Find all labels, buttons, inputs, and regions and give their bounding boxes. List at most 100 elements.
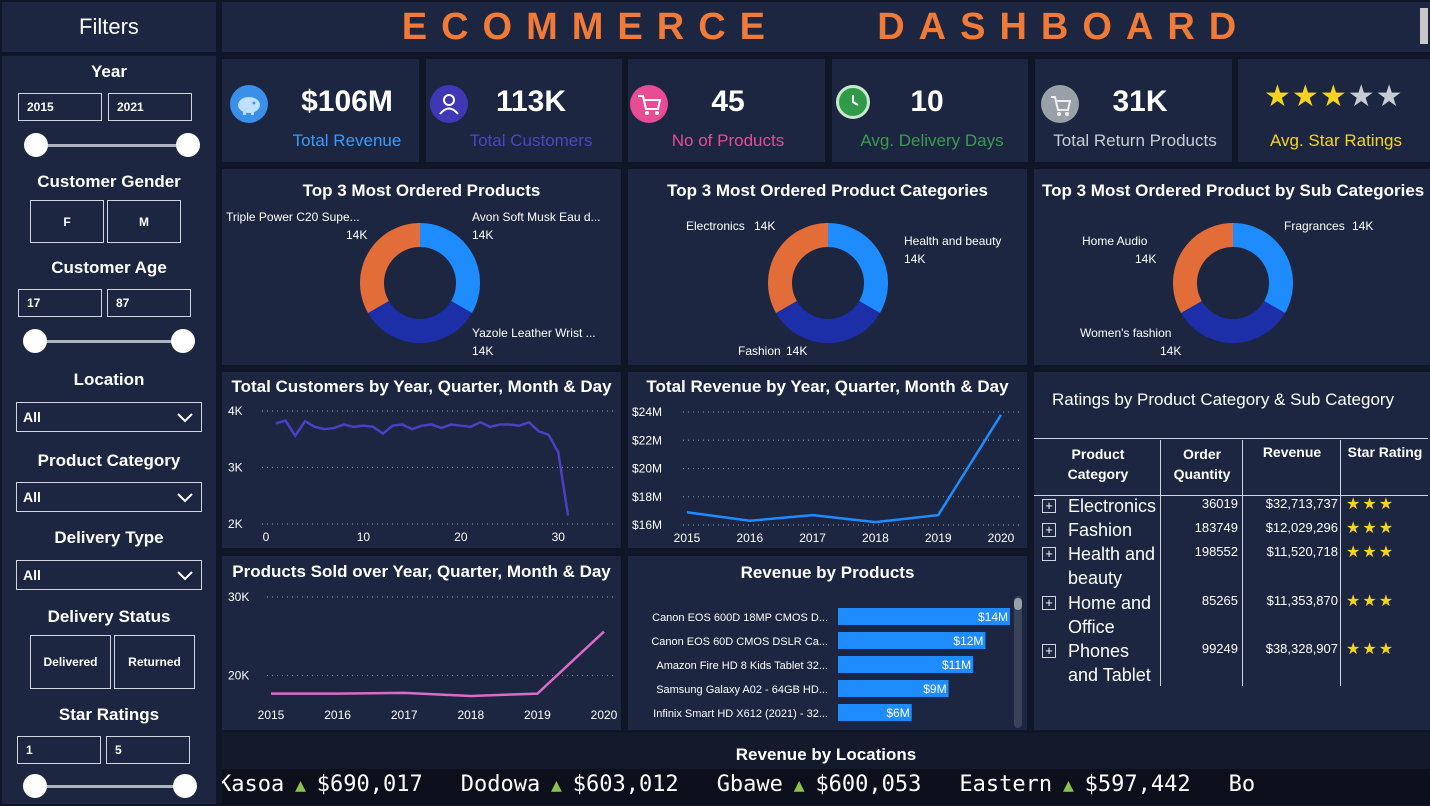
slice-label: Triple Power C20 Supe... (226, 210, 360, 224)
delivery-status-delivered-tile[interactable]: Delivered (30, 635, 111, 689)
star-empty-icon: ★ (1347, 80, 1376, 113)
y-tick-label: 20K (228, 669, 249, 683)
chart-title: Revenue by Locations (735, 745, 917, 764)
top-products-donut-panel: Top 3 Most Ordered Products Avon Soft Mu… (222, 169, 621, 365)
age-slider-min-handle[interactable] (23, 329, 47, 353)
kpi-value: $106M (301, 85, 393, 118)
gender-filter-label: Customer Gender (37, 172, 181, 191)
bar-category-label: Canon EOS 600D 18MP CMOS D... (652, 612, 828, 624)
star-to-input[interactable]: 5 (106, 736, 190, 764)
line-chart[interactable]: 2K 3K 4K 0 10 20 30 (222, 372, 621, 548)
up-arrow-icon: ▲ (540, 775, 573, 796)
bar-value-label: $12M (953, 634, 983, 648)
series-line[interactable] (275, 419, 570, 516)
line-chart[interactable]: 20K 30K 2015 2016 2017 2018 2019 2020 (222, 556, 621, 730)
bar-category-label: Samsung Galaxy A02 - 64GB HD... (656, 684, 828, 696)
table-title: Ratings by Product Category & Sub Catego… (1052, 390, 1395, 409)
kpi-card-total-customers: 113K Total Customers (426, 59, 622, 162)
x-tick-label: 10 (357, 530, 371, 544)
line-chart[interactable]: $16M $18M $20M $22M $24M 2015 2016 2017 2018 2019… (628, 372, 1027, 548)
expand-icon[interactable]: + (1042, 644, 1056, 658)
donut-slice[interactable] (1173, 223, 1233, 313)
kpi-value: 10 (910, 85, 944, 118)
return-cart-icon (1041, 85, 1079, 123)
row-quantity: 99249 (1201, 641, 1238, 656)
star-slider-min-handle[interactable] (23, 774, 47, 798)
year-from-input[interactable]: 2015 (18, 93, 102, 121)
donut-slice[interactable] (420, 223, 480, 313)
y-tick-label: $22M (632, 433, 662, 447)
gender-m-tile[interactable]: M (107, 200, 181, 243)
x-tick-label: 2016 (736, 531, 763, 545)
location-name: Dodowa (460, 772, 541, 797)
location-name: Kasoa (222, 772, 285, 797)
delivery-status-returned-tile[interactable]: Returned (114, 635, 195, 689)
column-header[interactable]: Star Rating (1342, 444, 1428, 460)
y-tick-label: $16M (632, 518, 662, 532)
year-slider-min-handle[interactable] (24, 133, 48, 157)
bar-chart-scrollbar-thumb[interactable] (1014, 598, 1022, 610)
star-slider-max-handle[interactable] (173, 774, 197, 798)
year-slider-max-handle[interactable] (176, 133, 200, 157)
x-tick-label: 2020 (591, 708, 618, 722)
slice-value-label: 14K (346, 228, 368, 242)
expand-icon[interactable]: + (1042, 499, 1056, 513)
kpi-label: Avg. Delivery Days (860, 131, 1004, 150)
donut-chart[interactable] (628, 169, 1027, 365)
donut-slice[interactable] (1233, 223, 1293, 313)
up-arrow-icon: ▲ (782, 775, 816, 796)
donut-slice[interactable] (828, 223, 888, 313)
age-slider-max-handle[interactable] (171, 329, 195, 353)
slice-value-label: 14K (1135, 252, 1157, 266)
kpi-card-no-of-products: 45 No of Products (628, 59, 825, 162)
location-value: $597,442 (1084, 772, 1191, 797)
bar-chart[interactable]: Canon EOS 600D 18MP CMOS D... $14M Canon E… (628, 556, 1027, 730)
column-header[interactable]: Order Quantity (1162, 444, 1242, 484)
table-row[interactable]: + Phones and Tablet 99249 $38,328,907 ★★… (1034, 639, 1428, 685)
column-header[interactable]: Revenue (1244, 444, 1340, 460)
locations-ticker: Kasoa ▲ $690,017 Dodowa ▲ $603,012 Gbawe ▲… (222, 769, 1430, 805)
page-scrollbar-thumb[interactable] (1420, 8, 1428, 44)
expand-icon[interactable]: + (1042, 547, 1056, 561)
table-row[interactable]: + Health and beauty 198552 $11,520,718 ★… (1034, 542, 1428, 588)
location-dropdown[interactable]: All (16, 402, 202, 432)
series-line[interactable] (271, 630, 605, 698)
x-tick-label: 2019 (925, 531, 952, 545)
product-category-dropdown-value: All (23, 489, 41, 505)
dashboard-title: ECOMMERCE DASHBOARD (401, 6, 1251, 48)
star-from-input[interactable]: 1 (17, 736, 101, 764)
donut-slice[interactable] (768, 223, 828, 313)
y-tick-label: $18M (632, 490, 662, 504)
donut-slice[interactable] (368, 301, 472, 343)
expand-icon[interactable]: + (1042, 523, 1056, 537)
location-name: Bo (1228, 772, 1256, 797)
age-from-input[interactable]: 17 (18, 289, 102, 317)
kpi-value: 45 (711, 85, 745, 118)
donut-slice[interactable] (1181, 301, 1285, 343)
slice-label: Fashion (738, 344, 781, 358)
kpi-label: Avg. Star Ratings (1270, 131, 1402, 150)
delivery-type-dropdown[interactable]: All (16, 560, 202, 590)
bar-value-label: $9M (923, 682, 946, 696)
ratings-table-panel: Ratings by Product Category & Sub Catego… (1034, 372, 1430, 730)
column-header[interactable]: Product Category (1048, 444, 1148, 484)
bar-category-label: Amazon Fire HD 8 Kids Tablet 32... (656, 660, 828, 672)
table-row[interactable]: + Home and Office 85265 $11,353,870 ★★★ (1034, 591, 1428, 637)
filters-title: Filters (79, 14, 139, 39)
donut-slice[interactable] (360, 223, 420, 313)
age-to-input[interactable]: 87 (107, 289, 191, 317)
x-tick-label: 2016 (324, 708, 351, 722)
y-tick-label: 4K (228, 404, 243, 418)
year-slider-track[interactable] (36, 144, 188, 147)
donut-slice[interactable] (776, 301, 880, 343)
location-dropdown-value: All (23, 409, 41, 425)
age-filter-label: Customer Age (51, 258, 167, 277)
year-to-input[interactable]: 2021 (108, 93, 192, 121)
bar-chart-scrollbar[interactable] (1014, 596, 1022, 728)
age-slider-track[interactable] (36, 340, 188, 343)
star-slider-track[interactable] (36, 785, 188, 788)
gender-f-tile[interactable]: F (30, 200, 104, 243)
customers-line-panel: Total Customers by Year, Quarter, Month … (222, 372, 621, 548)
expand-icon[interactable]: + (1042, 596, 1056, 610)
product-category-dropdown[interactable]: All (16, 482, 202, 512)
